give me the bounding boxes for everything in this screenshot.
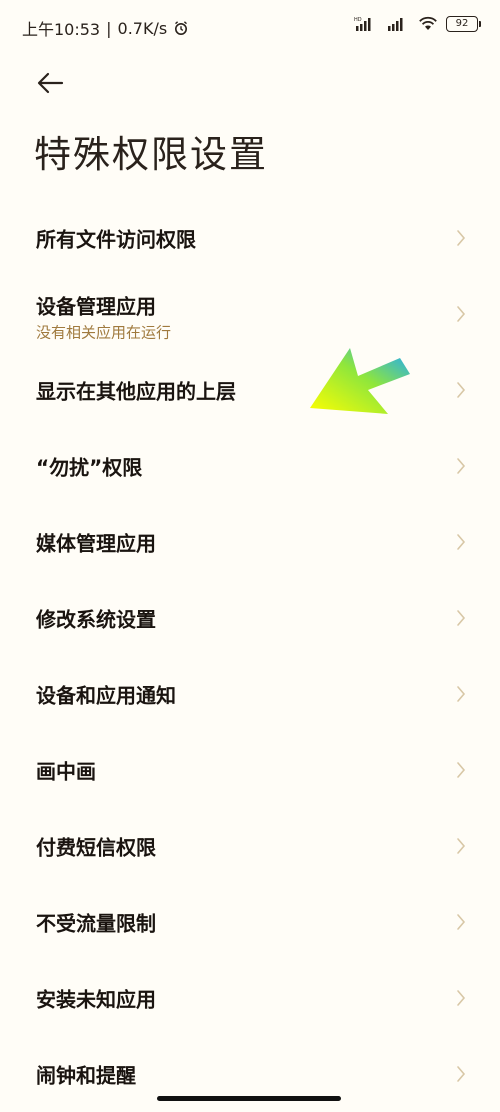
chevron-right-icon — [457, 382, 466, 398]
status-time: 上午10:53 — [22, 20, 101, 39]
home-indicator[interactable] — [157, 1096, 341, 1101]
status-bar: 上午10:53 | 0.7K/s HD 92 — [0, 0, 500, 56]
status-left: 上午10:53 | 0.7K/s — [22, 16, 189, 40]
chevron-right-icon — [457, 458, 466, 474]
list-item-unrestricted-data[interactable]: 不受流量限制 — [0, 884, 500, 960]
chevron-right-icon — [457, 610, 466, 626]
list-item-label: 显示在其他应用的上层 — [36, 379, 236, 404]
list-item-unknown-apps[interactable]: 安装未知应用 — [0, 960, 500, 1036]
signal-icon: HD — [354, 17, 371, 31]
list-item-dnd[interactable]: “勿扰”权限 — [0, 428, 500, 504]
chevron-right-icon — [457, 838, 466, 854]
battery-icon: 92 — [446, 16, 481, 32]
hd-label: HD — [354, 17, 362, 23]
chevron-right-icon — [457, 1066, 466, 1082]
battery-level: 92 — [455, 18, 469, 29]
list-item-all-files[interactable]: 所有文件访问权限 — [0, 200, 500, 276]
status-right: HD 92 — [354, 16, 481, 32]
list-item-label: “勿扰”权限 — [36, 455, 143, 480]
back-button[interactable] — [34, 68, 68, 98]
list-item-subtitle: 没有相关应用在运行 — [36, 323, 172, 342]
list-item-media[interactable]: 媒体管理应用 — [0, 504, 500, 580]
list-item-overlay[interactable]: 显示在其他应用的上层 — [0, 352, 500, 428]
list-item-label: 闹钟和提醒 — [36, 1063, 136, 1088]
list-item-system-settings[interactable]: 修改系统设置 — [0, 580, 500, 656]
list-item-label: 修改系统设置 — [36, 607, 156, 632]
back-arrow-icon — [37, 72, 64, 94]
chevron-right-icon — [457, 306, 466, 322]
list-item-label: 付费短信权限 — [36, 835, 156, 860]
list-item-premium-sms[interactable]: 付费短信权限 — [0, 808, 500, 884]
list-item-label: 所有文件访问权限 — [36, 227, 196, 252]
page-title: 特殊权限设置 — [34, 133, 268, 176]
list-item-label: 设备和应用通知 — [36, 683, 176, 708]
chevron-right-icon — [457, 230, 466, 246]
wifi-icon — [419, 16, 437, 30]
list-item-pip[interactable]: 画中画 — [0, 732, 500, 808]
chevron-right-icon — [457, 686, 466, 702]
list-item-label: 媒体管理应用 — [36, 531, 156, 556]
chevron-right-icon — [457, 534, 466, 550]
status-separator: | — [106, 18, 112, 38]
list-item-label: 画中画 — [36, 759, 96, 784]
list-item-label: 安装未知应用 — [36, 987, 156, 1012]
list-item-label: 设备管理应用 — [36, 294, 156, 319]
network-speed: 0.7K/s — [117, 18, 168, 38]
list-item-device-admin[interactable]: 设备管理应用 没有相关应用在运行 — [0, 276, 500, 352]
chevron-right-icon — [457, 762, 466, 778]
alarm-icon — [175, 21, 188, 35]
list-item-notifications[interactable]: 设备和应用通知 — [0, 656, 500, 732]
list-item-label: 不受流量限制 — [36, 911, 156, 936]
chevron-right-icon — [457, 990, 466, 1006]
permission-list: 所有文件访问权限 设备管理应用 没有相关应用在运行 显示在其他应用的上层 “勿扰… — [0, 200, 500, 1112]
signal-icon-2 — [388, 18, 403, 31]
chevron-right-icon — [457, 914, 466, 930]
